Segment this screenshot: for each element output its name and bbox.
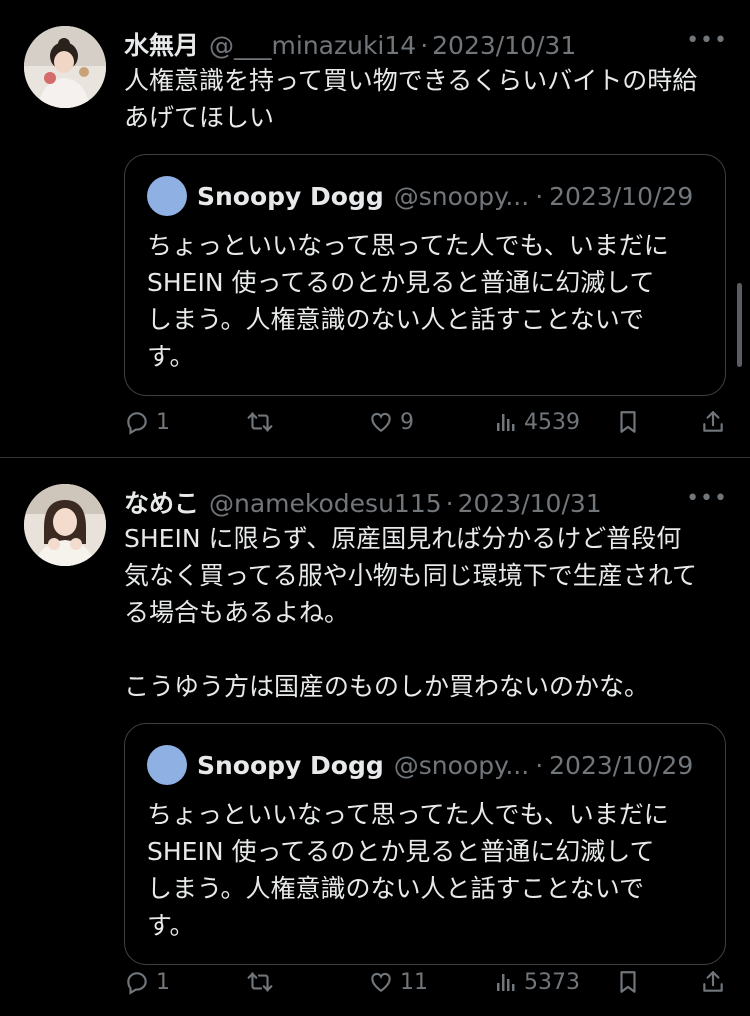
reply-count: 1 <box>156 969 170 995</box>
quoted-date: 2023/10/29 <box>549 750 694 780</box>
separator-dot: · <box>535 750 544 780</box>
views-count: 5373 <box>524 969 580 995</box>
like-button[interactable]: 11 <box>368 969 428 995</box>
quoted-tweet[interactable]: Snoopy Dogg @snoopy... · 2023/10/29 ちょっと… <box>124 723 726 965</box>
quoted-user-handle: @snoopy... <box>393 750 530 780</box>
like-icon <box>368 969 394 995</box>
reply-button[interactable]: 1 <box>124 409 170 435</box>
views-button[interactable]: 4539 <box>494 410 580 435</box>
separator-dot: · <box>445 489 454 518</box>
user-handle[interactable]: @namekodesu115 <box>209 489 442 518</box>
more-icon[interactable]: ••• <box>686 486 728 511</box>
bookmark-icon <box>616 409 640 435</box>
tweet-text: SHEIN に限らず、原産国見れば分かるけど普段何 気なく買ってる服や小物も同じ… <box>124 524 698 701</box>
avatar[interactable] <box>24 484 106 566</box>
quoted-date: 2023/10/29 <box>549 181 694 211</box>
like-count: 9 <box>400 409 414 435</box>
action-bar: 1 11 5373 <box>124 962 726 1002</box>
quoted-tweet[interactable]: Snoopy Dogg @snoopy... · 2023/10/29 ちょっと… <box>124 154 726 396</box>
action-bar: 1 9 4539 <box>124 402 726 442</box>
share-button[interactable] <box>700 969 726 995</box>
reply-count: 1 <box>156 409 170 435</box>
tweet-date[interactable]: 2023/10/31 <box>458 489 602 518</box>
bookmark-button[interactable] <box>616 409 640 435</box>
reply-icon <box>124 409 150 435</box>
bookmark-icon <box>616 969 640 995</box>
retweet-button[interactable] <box>246 969 274 995</box>
separator-dot: · <box>535 181 544 211</box>
views-button[interactable]: 5373 <box>494 970 580 995</box>
retweet-button[interactable] <box>246 409 274 435</box>
like-button[interactable]: 9 <box>368 409 414 435</box>
tweet-text: 人権意識を持って買い物できるくらいバイトの時給 あげてほしい <box>124 66 698 132</box>
reply-icon <box>124 969 150 995</box>
separator-dot: · <box>420 31 429 60</box>
like-icon <box>368 409 394 435</box>
quoted-avatar <box>147 176 187 216</box>
views-icon <box>494 410 518 434</box>
display-name[interactable]: なめこ <box>124 484 199 520</box>
bookmark-button[interactable] <box>616 969 640 995</box>
more-icon[interactable]: ••• <box>686 28 728 53</box>
share-icon <box>700 409 726 435</box>
quoted-display-name: Snoopy Dogg <box>197 750 384 780</box>
reply-button[interactable]: 1 <box>124 969 170 995</box>
quoted-user-handle: @snoopy... <box>393 181 530 211</box>
user-handle[interactable]: @___minazuki14 <box>209 31 416 60</box>
retweet-icon <box>246 969 274 995</box>
share-icon <box>700 969 726 995</box>
tweet[interactable]: なめこ @namekodesu115 · 2023/10/31 ••• SHEI… <box>0 458 750 1016</box>
quoted-avatar <box>147 745 187 785</box>
quoted-text: ちょっといいなって思ってた人でも、いまだに SHEIN 使ってるのとか見ると普通… <box>147 231 669 371</box>
like-count: 11 <box>400 969 428 995</box>
share-button[interactable] <box>700 409 726 435</box>
display-name[interactable]: 水無月 <box>124 26 199 62</box>
quoted-display-name: Snoopy Dogg <box>197 181 384 211</box>
scrollbar[interactable] <box>737 283 742 367</box>
tweet[interactable]: 水無月 @___minazuki14 · 2023/10/31 ••• 人権意識… <box>0 0 750 457</box>
views-count: 4539 <box>524 409 580 435</box>
retweet-icon <box>246 409 274 435</box>
views-icon <box>494 970 518 994</box>
avatar[interactable] <box>24 26 106 108</box>
tweet-date[interactable]: 2023/10/31 <box>432 31 576 60</box>
quoted-text: ちょっといいなって思ってた人でも、いまだに SHEIN 使ってるのとか見ると普通… <box>147 800 669 940</box>
